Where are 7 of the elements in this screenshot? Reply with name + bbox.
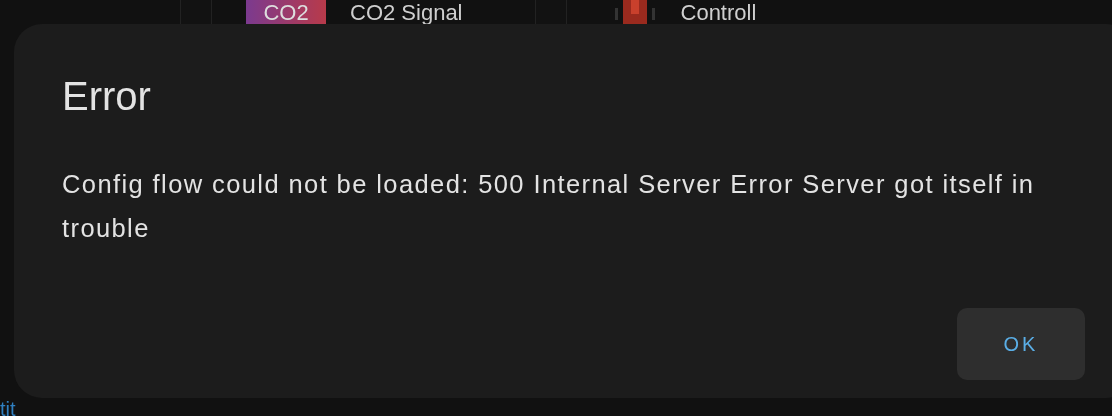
error-message: Config flow could not be loaded: 500 Internal Server Error Server got itself in trouble [62, 169, 1036, 244]
logo-icon: CO2 [246, 0, 326, 26]
dialog-title: Error [62, 74, 152, 118]
integration-title[interactable]: CO2 Signal [350, 0, 463, 26]
link[interactable]: tit [0, 399, 16, 416]
ok-button[interactable]: OK [957, 308, 1085, 380]
integration-title[interactable]: Controll [680, 0, 757, 26]
